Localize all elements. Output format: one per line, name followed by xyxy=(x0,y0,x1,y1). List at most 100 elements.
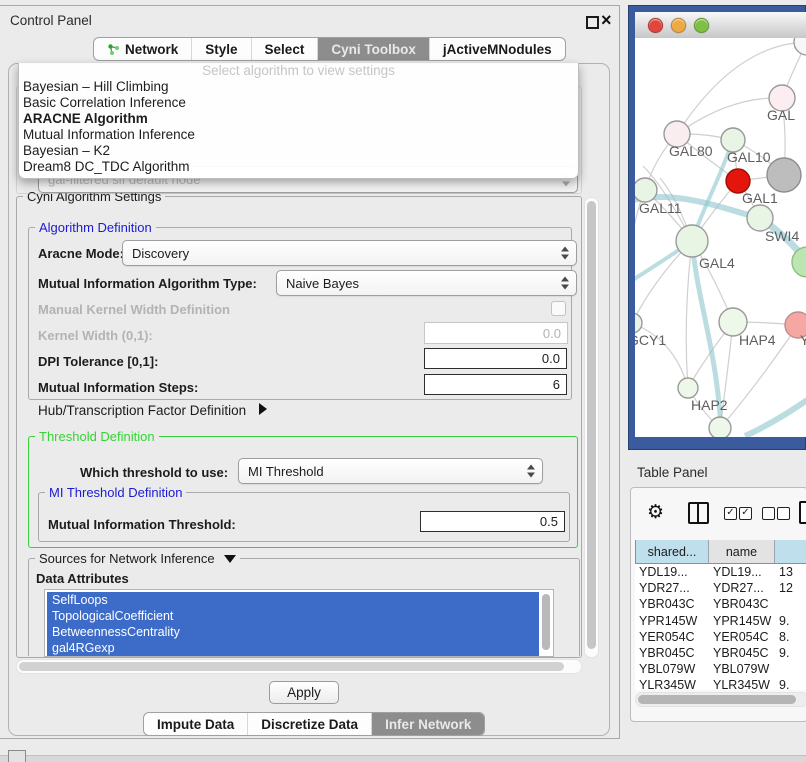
algorithm-option[interactable]: Basic Correlation Inference xyxy=(19,95,578,111)
table-cell: YBR043C xyxy=(709,597,775,611)
table-body: YDL19...YDL19...13YDR27...YDR27...12YBR0… xyxy=(635,564,806,690)
float-window-icon[interactable] xyxy=(586,16,599,29)
algorithm-option[interactable]: Bayesian – Hill Climbing xyxy=(19,79,578,95)
table-cell: YDL19... xyxy=(709,565,775,579)
table-row[interactable]: YER054CYER054C8. xyxy=(635,629,806,645)
tab-select[interactable]: Select xyxy=(251,38,318,60)
node-label: GCY1 xyxy=(635,332,666,348)
table-hscrollbar[interactable] xyxy=(635,692,806,707)
algorithm-option[interactable]: ARACNE Algorithm xyxy=(19,111,578,127)
column-header[interactable] xyxy=(775,540,806,564)
checked-checkbox-icon[interactable]: ✓ xyxy=(724,507,737,520)
network-node-gal4[interactable] xyxy=(676,225,708,257)
unchecked-checkbox-icon[interactable] xyxy=(777,507,790,520)
mi-steps-input[interactable]: 6 xyxy=(424,374,567,395)
manual-kernel-checkbox[interactable] xyxy=(551,301,566,316)
table-row[interactable]: YPR145WYPR145W9. xyxy=(635,613,806,629)
tab-cyni-toolbox[interactable]: Cyni Toolbox xyxy=(317,38,429,60)
table-row[interactable]: YDL19...YDL19...13 xyxy=(635,564,806,580)
split-view-icon[interactable] xyxy=(688,502,709,524)
table-row[interactable]: YDR27...YDR27...12 xyxy=(635,580,806,596)
tab-jactivemnodules[interactable]: jActiveMNodules xyxy=(429,38,565,60)
which-threshold-label: Which threshold to use: xyxy=(80,465,228,480)
algorithm-dropdown-list: Select algorithm to view settings Bayesi… xyxy=(18,63,579,179)
tab-network[interactable]: Network xyxy=(94,38,191,60)
hub-expand-icon[interactable] xyxy=(259,403,267,415)
gear-icon[interactable]: ⚙ xyxy=(647,501,664,523)
node-label: GAL11 xyxy=(639,200,682,216)
algorithm-option[interactable]: Bayesian – K2 xyxy=(19,143,578,159)
sources-collapse-icon[interactable] xyxy=(224,555,236,563)
table-row[interactable]: YLR345WYLR345W9. xyxy=(635,677,806,690)
table-cell: YLR345W xyxy=(635,678,709,690)
network-node[interactable] xyxy=(709,417,731,437)
network-canvas[interactable]: GALGAL80GAL10GAL1GAL11SWI4GAL4GCY1HAP4YH… xyxy=(635,38,806,437)
column-header[interactable]: shared... xyxy=(635,540,709,564)
settings-hscrollbar[interactable] xyxy=(16,659,582,674)
close-window-icon[interactable]: × xyxy=(601,10,612,31)
document-icon[interactable] xyxy=(799,501,806,524)
tab-style[interactable]: Style xyxy=(191,38,250,60)
network-node[interactable] xyxy=(767,158,801,192)
network-canvas-svg: GALGAL80GAL10GAL1GAL11SWI4GAL4GCY1HAP4YH… xyxy=(635,38,806,437)
data-attribute-item[interactable]: TopologicalCoefficient xyxy=(47,608,539,624)
network-view-window: GALGAL80GAL10GAL1GAL11SWI4GAL4GCY1HAP4YH… xyxy=(628,5,806,450)
control-panel-window: Control Panel × Network Style Select Cyn… xyxy=(0,5,620,739)
combo-stepper-icon xyxy=(561,247,570,260)
table-cell: YBL079W xyxy=(635,662,709,676)
node-label: GAL10 xyxy=(727,149,771,165)
tab-impute-data[interactable]: Impute Data xyxy=(144,713,247,735)
tab-discretize-data[interactable]: Discretize Data xyxy=(247,713,371,735)
node-label: Y xyxy=(800,332,806,348)
network-node-gal11[interactable] xyxy=(635,178,657,202)
tab-infer-network[interactable]: Infer Network xyxy=(371,713,484,735)
algorithm-option[interactable]: Dream8 DC_TDC Algorithm xyxy=(19,159,578,175)
network-node-hap2[interactable] xyxy=(678,378,698,398)
unchecked-checkbox-icon[interactable] xyxy=(762,507,775,520)
table-row[interactable]: YBR043CYBR043C xyxy=(635,596,806,612)
mi-type-select[interactable]: Naive Bayes xyxy=(276,270,577,296)
zoom-button[interactable] xyxy=(694,18,709,33)
network-node-gcy1[interactable] xyxy=(635,313,642,333)
table-row[interactable]: YBL079WYBL079W xyxy=(635,661,806,677)
data-attribute-item[interactable]: BetweennessCentrality xyxy=(47,624,539,640)
table-cell: YPR145W xyxy=(635,614,709,628)
mi-threshold-definition-title: MI Threshold Definition xyxy=(45,485,186,500)
combo-stepper-icon xyxy=(527,465,536,478)
mi-type-label: Mutual Information Algorithm Type: xyxy=(38,276,257,291)
table-cell: YBR043C xyxy=(635,597,709,611)
dpi-tolerance-input[interactable]: 0.0 xyxy=(424,348,567,369)
which-threshold-select[interactable]: MI Threshold xyxy=(238,458,543,484)
algorithm-definition-title: Algorithm Definition xyxy=(35,220,156,235)
network-tab-icon xyxy=(107,43,120,56)
table-panel-title: Table Panel xyxy=(637,465,708,480)
table-panel: ⚙ ✓ ✓ shared...name YDL19...YDL19...13YD… xyxy=(630,487,806,722)
kernel-width-input[interactable]: 0.0 xyxy=(424,322,568,344)
checked-checkbox-icon[interactable]: ✓ xyxy=(739,507,752,520)
apply-button[interactable]: Apply xyxy=(269,681,339,704)
table-cell: YDR27... xyxy=(709,581,775,595)
hub-definition-row[interactable]: Hub/Transcription Factor Definition xyxy=(38,403,267,418)
table-cell: YER054C xyxy=(709,630,775,644)
node-label: HAP4 xyxy=(739,332,776,348)
network-node[interactable] xyxy=(794,38,806,55)
algorithm-option[interactable]: Mutual Information Inference xyxy=(19,127,578,143)
mi-threshold-input[interactable]: 0.5 xyxy=(420,511,565,532)
list-scrollbar[interactable] xyxy=(542,594,550,650)
node-label: HAP2 xyxy=(691,397,728,413)
aracne-mode-select[interactable]: Discovery xyxy=(122,240,577,266)
close-button[interactable] xyxy=(648,18,663,33)
threshold-definition-title: Threshold Definition xyxy=(35,429,159,444)
dpi-tolerance-label: DPI Tolerance [0,1]: xyxy=(38,354,158,369)
collapsed-panel-icon[interactable] xyxy=(8,750,26,762)
network-window-titlebar[interactable] xyxy=(635,12,806,39)
data-attribute-item[interactable]: gal4RGexp xyxy=(47,640,539,656)
column-header[interactable]: name xyxy=(709,540,775,564)
combo-stepper-icon xyxy=(561,277,570,290)
data-attribute-item[interactable]: SelfLoops xyxy=(47,592,539,608)
node-label: GAL1 xyxy=(742,190,778,206)
data-attributes-list: SelfLoopsTopologicalCoefficientBetweenne… xyxy=(45,592,553,656)
settings-vscrollbar[interactable] xyxy=(584,197,599,658)
minimize-button[interactable] xyxy=(671,18,686,33)
table-row[interactable]: YBR045CYBR045C9. xyxy=(635,645,806,661)
